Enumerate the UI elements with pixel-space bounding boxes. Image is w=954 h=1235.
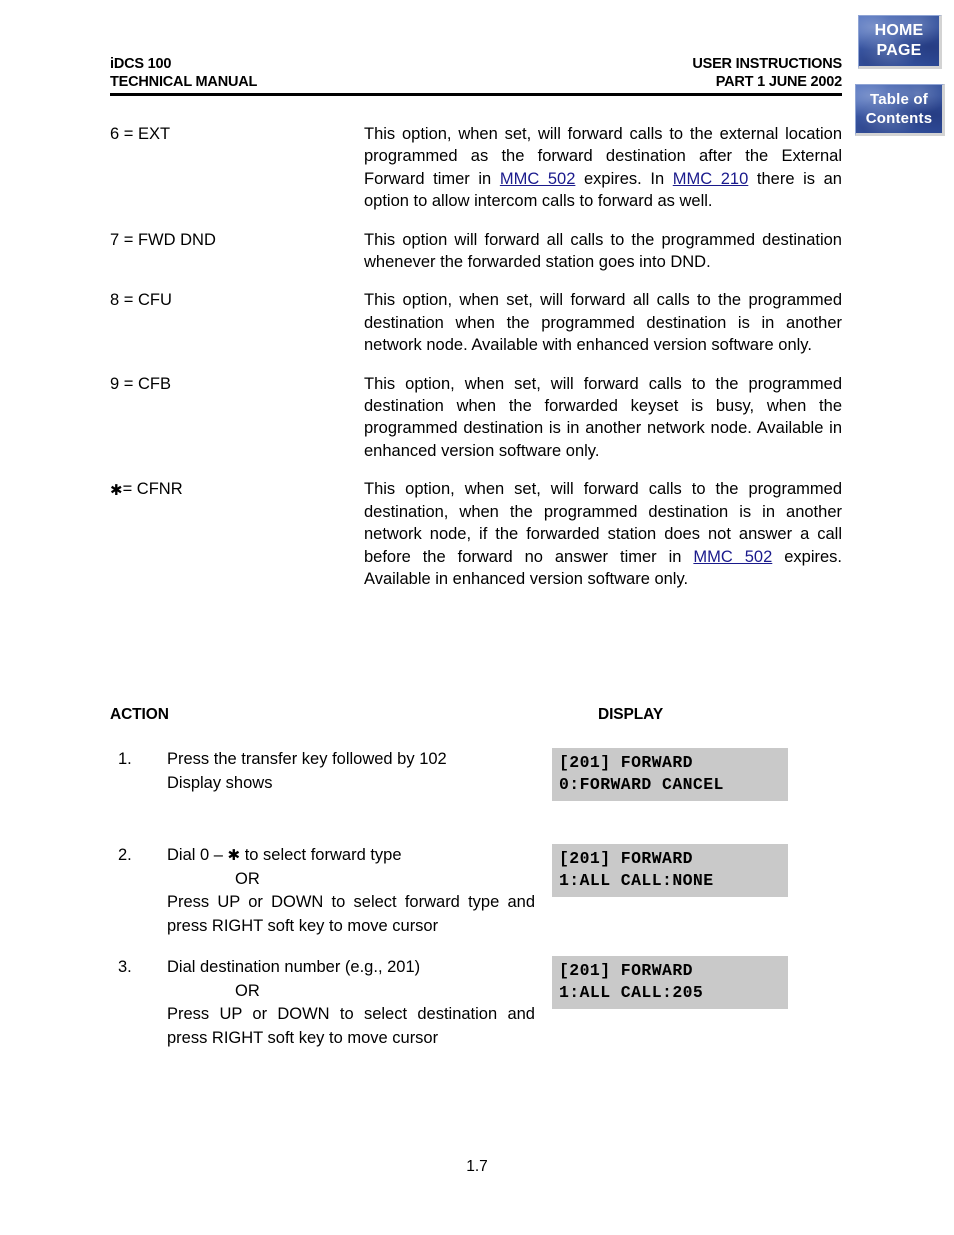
step-line: Dial destination number (e.g., 201)	[167, 958, 421, 976]
step-line: Press the transfer key followed by 102	[167, 750, 447, 768]
procedure-step: 1. Press the transfer key followed by 102…	[110, 748, 842, 844]
asterisk-icon: ✱	[110, 481, 123, 500]
mmc-reference-link[interactable]: MMC 210	[673, 170, 749, 188]
step-line: Dial 0 – ✱ to select forward type	[167, 846, 402, 864]
column-header-action: ACTION	[110, 706, 169, 723]
lcd-line-2: 1:ALL CALL:NONE	[559, 871, 714, 890]
option-definition: This option, when set, will forward call…	[364, 374, 842, 460]
option-row: ✱= CFNR This option, when set, will forwa…	[110, 478, 842, 590]
step-instruction-text: Dial 0 – ✱ to select forward type OR Press…	[167, 844, 535, 938]
option-row: 8 = CFU This option, when set, will forwa…	[110, 289, 842, 356]
header-divider-rule	[110, 93, 842, 96]
header-manual-name: iDCS 100	[110, 56, 172, 72]
option-definition: This option, when set, will forward call…	[364, 125, 842, 211]
option-term: 8 = CFU	[110, 291, 172, 310]
header-row-1: iDCS 100 USER INSTRUCTIONS	[110, 55, 842, 73]
option-definition: This option, when set, will forward all …	[364, 291, 842, 355]
table-of-contents-button[interactable]: Table of Contents	[855, 84, 945, 136]
option-definition: This option will forward all calls to th…	[364, 230, 842, 272]
step-instruction-text: Press the transfer key followed by 102 Di…	[167, 748, 535, 795]
option-term: 7 = FWD DND	[110, 230, 216, 249]
header-manual-subtitle: TECHNICAL MANUAL	[110, 74, 258, 90]
option-row: 7 = FWD DND This option will forward all …	[110, 229, 842, 274]
procedure-step: 3. Dial destination number (e.g., 201) OR P…	[110, 956, 842, 1076]
lcd-display-readout: [201] FORWARD 0:FORWARD CANCEL	[552, 748, 788, 801]
lcd-line-1: [201] FORWARD	[559, 849, 693, 868]
home-page-button[interactable]: HOME PAGE	[858, 15, 942, 69]
procedure-step: 2. Dial 0 – ✱ to select forward type OR Pre…	[110, 844, 842, 956]
lcd-line-2: 1:ALL CALL:205	[559, 983, 704, 1002]
step-number: 3.	[118, 958, 132, 976]
option-term: 9 = CFB	[110, 374, 171, 393]
header-part-date: PART 1 JUNE 2002	[715, 74, 842, 90]
step-instruction-text: Dial destination number (e.g., 201) OR Pre…	[167, 956, 535, 1050]
option-row: 6 = EXT This option, when set, will forwa…	[110, 123, 842, 213]
option-definition-list: 6 = EXT This option, when set, will forwa…	[110, 123, 842, 606]
home-page-button-line1: HOME	[874, 22, 924, 39]
lcd-line-1: [201] FORWARD	[559, 961, 693, 980]
lcd-line-2: 0:FORWARD CANCEL	[559, 775, 724, 794]
step-line: OR	[235, 981, 260, 1000]
mmc-reference-link[interactable]: MMC 502	[693, 548, 772, 566]
lcd-display-readout: [201] FORWARD 1:ALL CALL:205	[552, 956, 788, 1009]
step-line: Press UP or DOWN to select destination a…	[167, 1005, 535, 1047]
option-row: 9 = CFB This option, when set, will forwa…	[110, 373, 842, 463]
header-row-2: TECHNICAL MANUAL PART 1 JUNE 2002	[110, 73, 842, 91]
procedure-column-headers: ACTION DISPLAY	[110, 706, 842, 728]
asterisk-icon: ✱	[227, 846, 241, 864]
step-number: 2.	[118, 846, 132, 864]
table-of-contents-button-line2: Contents	[865, 110, 933, 127]
step-line: Press UP or DOWN to select forward type …	[167, 893, 535, 935]
step-line: Display shows	[167, 773, 273, 792]
option-term: 6 = EXT	[110, 125, 171, 143]
header-document-type: USER INSTRUCTIONS	[692, 56, 842, 72]
lcd-display-readout: [201] FORWARD 1:ALL CALL:NONE	[552, 844, 788, 897]
column-header-display: DISPLAY	[598, 706, 664, 723]
step-line: OR	[235, 869, 260, 888]
table-of-contents-button-line1: Table of	[870, 91, 928, 108]
option-term: ✱= CFNR	[110, 480, 183, 500]
option-definition: This option, when set, will forward call…	[364, 480, 842, 588]
step-number: 1.	[118, 750, 132, 768]
page-header: iDCS 100 USER INSTRUCTIONS TECHNICAL MAN…	[110, 55, 842, 91]
mmc-reference-link[interactable]: MMC 502	[500, 170, 576, 188]
home-page-button-line2: PAGE	[876, 42, 922, 59]
page-number: 1.7	[466, 1158, 488, 1175]
lcd-line-1: [201] FORWARD	[559, 753, 693, 772]
